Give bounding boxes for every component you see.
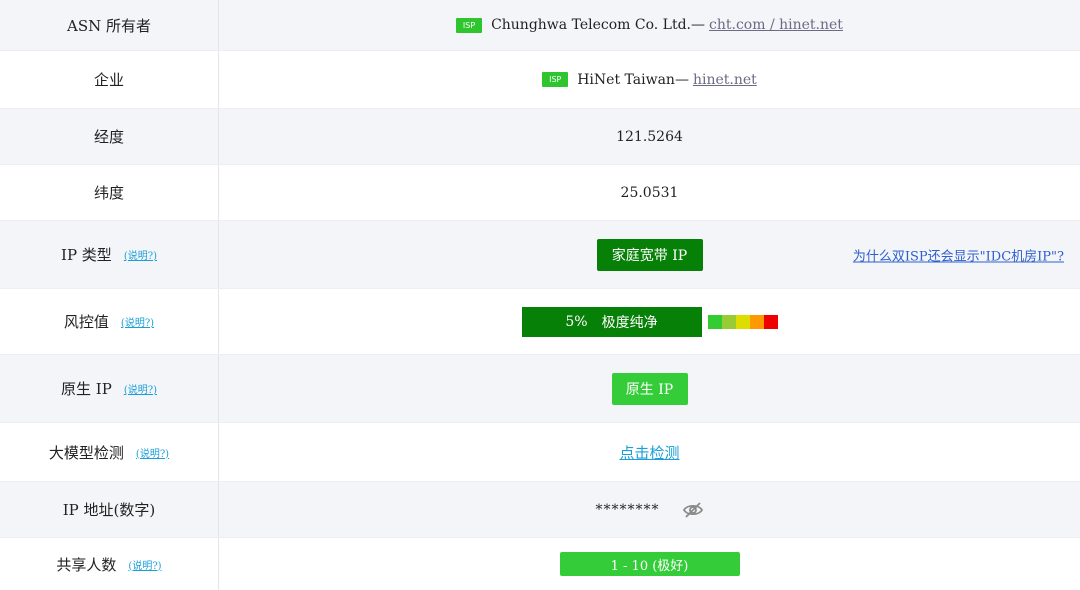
shared-users-badge: 1 - 10 (极好) [559,552,740,576]
row-ip-numeric: IP 地址(数字) ******** [0,482,1080,538]
row-label-cell: 原生 IP (说明?) [0,355,219,422]
row-label-cell: ASN 所有者 [0,0,219,50]
isp-badge: ISP [456,17,483,33]
row-value-cell: ISP HiNet Taiwan— hinet.net [219,51,1080,108]
asn-owner-domain-link[interactable]: cht.com / hinet.net [709,17,843,33]
row-label-cell: 经度 [0,109,219,164]
risk-percent: 5% [565,313,588,330]
row-value-cell: 家庭宽带 IP 为什么双ISP还会显示"IDC机房IP"? [219,221,1080,288]
row-value-cell: ******** [219,482,1080,537]
dual-isp-faq-link[interactable]: 为什么双ISP还会显示"IDC机房IP"? [853,245,1064,264]
row-label-cell: 共享人数 (说明?) [0,538,219,590]
row-label-cell: 企业 [0,51,219,108]
risk-scale-segment [735,314,750,329]
row-value-cell: 1 - 10 (极好) [219,538,1080,590]
risk-scale-segment [721,314,736,329]
ip-numeric-masked-value: ******** [595,501,660,518]
risk-scale-segment [707,314,722,329]
row-label-cell: 风控值 (说明?) [0,289,219,354]
row-longitude: 经度 121.5264 [0,109,1080,165]
row-shared-users: 共享人数 (说明?) 1 - 10 (极好) [0,538,1080,590]
risk-scale-segment [749,314,764,329]
ip-type-badge[interactable]: 家庭宽带 IP [596,238,703,271]
eye-off-icon[interactable] [682,501,704,519]
longitude-value: 121.5264 [616,128,683,145]
native-ip-label: 原生 IP [61,380,112,398]
risk-status: 极度纯净 [601,314,658,331]
row-risk-score: 风控值 (说明?) 5% 极度纯净 [0,289,1080,355]
risk-score-label: 风控值 [63,313,109,331]
row-label-cell: IP 类型 (说明?) [0,221,219,288]
explain-link[interactable]: (说明?) [128,557,161,572]
row-value-cell: 原生 IP [219,355,1080,422]
row-label-cell: IP 地址(数字) [0,482,219,537]
ip-numeric-label: IP 地址(数字) [62,501,156,519]
asn-owner-label: ASN 所有者 [66,16,151,35]
ip-type-label: IP 类型 [61,246,112,264]
longitude-label: 经度 [93,128,124,146]
risk-scale [707,314,778,329]
row-native-ip: 原生 IP (说明?) 原生 IP [0,355,1080,423]
explain-link[interactable]: (说明?) [124,381,157,396]
row-value-cell: ISP Chunghwa Telecom Co. Ltd.— cht.com /… [219,0,1080,50]
llm-detection-label: 大模型检测 [48,443,124,462]
row-value-cell: 121.5264 [219,109,1080,164]
enterprise-label: 企业 [93,71,124,89]
native-ip-badge[interactable]: 原生 IP [611,372,688,405]
row-value-cell: 点击检测 [219,423,1080,481]
row-asn-owner: ASN 所有者 ISP Chunghwa Telecom Co. Ltd.— c… [0,0,1080,51]
explain-link[interactable]: (说明?) [136,445,169,460]
latitude-value: 25.0531 [620,184,679,201]
explain-link[interactable]: (说明?) [124,247,157,262]
latitude-label: 纬度 [93,184,124,202]
row-label-cell: 纬度 [0,165,219,220]
asn-owner-name: Chunghwa Telecom Co. Ltd.— [491,17,706,33]
row-enterprise: 企业 ISP HiNet Taiwan— hinet.net [0,51,1080,109]
risk-scale-segment [763,314,778,329]
row-value-cell: 25.0531 [219,165,1080,220]
explain-link[interactable]: (说明?) [121,314,154,329]
row-value-cell: 5% 极度纯净 [219,289,1080,354]
row-latitude: 纬度 25.0531 [0,165,1080,221]
row-ip-type: IP 类型 (说明?) 家庭宽带 IP 为什么双ISP还会显示"IDC机房IP"… [0,221,1080,289]
risk-meter: 5% 极度纯净 [521,306,778,337]
risk-score-bar: 5% 极度纯净 [521,306,702,337]
isp-badge: ISP [542,72,569,87]
enterprise-name: HiNet Taiwan— [577,71,689,88]
ip-info-table: ASN 所有者 ISP Chunghwa Telecom Co. Ltd.— c… [0,0,1080,590]
llm-check-link[interactable]: 点击检测 [619,442,679,463]
shared-users-label: 共享人数 [56,555,117,574]
enterprise-domain-link[interactable]: hinet.net [693,72,757,88]
row-label-cell: 大模型检测 (说明?) [0,423,219,481]
row-llm-detection: 大模型检测 (说明?) 点击检测 [0,423,1080,482]
